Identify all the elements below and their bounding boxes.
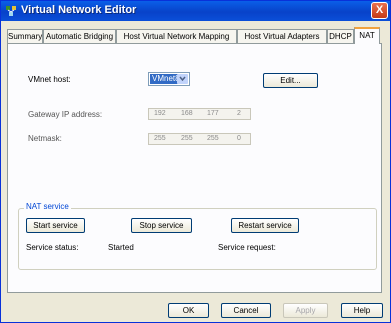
close-button[interactable]: X (371, 2, 388, 19)
tab-dhcp[interactable]: DHCP (327, 29, 354, 43)
start-service-button[interactable]: Start service (26, 218, 85, 233)
netmask-octet-3: 255 (207, 135, 219, 142)
restart-service-button[interactable]: Restart service (231, 218, 299, 233)
tab-host-virtual-adapters[interactable]: Host Virtual Adapters (237, 29, 327, 43)
gateway-label: Gateway IP address: (28, 110, 103, 119)
title-bar[interactable]: Virtual Network Editor X (1, 1, 390, 21)
gateway-ip-field[interactable]: 192 168 177 2 (148, 108, 251, 120)
service-status-label: Service status: (26, 243, 79, 252)
chevron-down-icon[interactable] (177, 74, 188, 84)
gateway-octet-4: 2 (237, 110, 241, 117)
help-button[interactable]: Help (341, 303, 383, 318)
edit-button[interactable]: Edit... (263, 73, 318, 88)
tab-host-virtual-network-mapping[interactable]: Host Virtual Network Mapping (116, 29, 237, 43)
network-icon (5, 5, 17, 17)
vmnet-host-select[interactable]: VMnet8 (148, 72, 190, 86)
netmask-octet-1: 255 (154, 135, 166, 142)
netmask-field[interactable]: 255 255 255 0 (148, 133, 251, 145)
gateway-octet-2: 168 (181, 110, 193, 117)
window-title: Virtual Network Editor (21, 4, 137, 16)
cancel-button[interactable]: Cancel (221, 303, 271, 318)
ok-button[interactable]: OK (168, 303, 209, 318)
nat-service-title: NAT service (24, 202, 71, 211)
tab-nat[interactable]: NAT (354, 27, 380, 44)
netmask-octet-4: 0 (237, 135, 241, 142)
stop-service-button[interactable]: Stop service (131, 218, 192, 233)
nat-tab-panel: VMnet host: VMnet8 Edit... Gateway IP ad… (7, 43, 382, 293)
gateway-octet-3: 177 (207, 110, 219, 117)
close-icon: X (375, 4, 384, 16)
apply-button[interactable]: Apply (283, 303, 328, 318)
tab-automatic-bridging[interactable]: Automatic Bridging (43, 29, 116, 43)
tab-summary[interactable]: Summary (7, 29, 43, 43)
service-request-label: Service request: (218, 243, 276, 252)
gateway-octet-1: 192 (154, 110, 166, 117)
virtual-network-editor-window: Virtual Network Editor X Summary Automat… (0, 0, 391, 323)
netmask-octet-2: 255 (181, 135, 193, 142)
service-status-value: Started (108, 243, 134, 252)
netmask-label: Netmask: (28, 134, 62, 143)
vmnet-host-label: VMnet host: (28, 75, 71, 84)
